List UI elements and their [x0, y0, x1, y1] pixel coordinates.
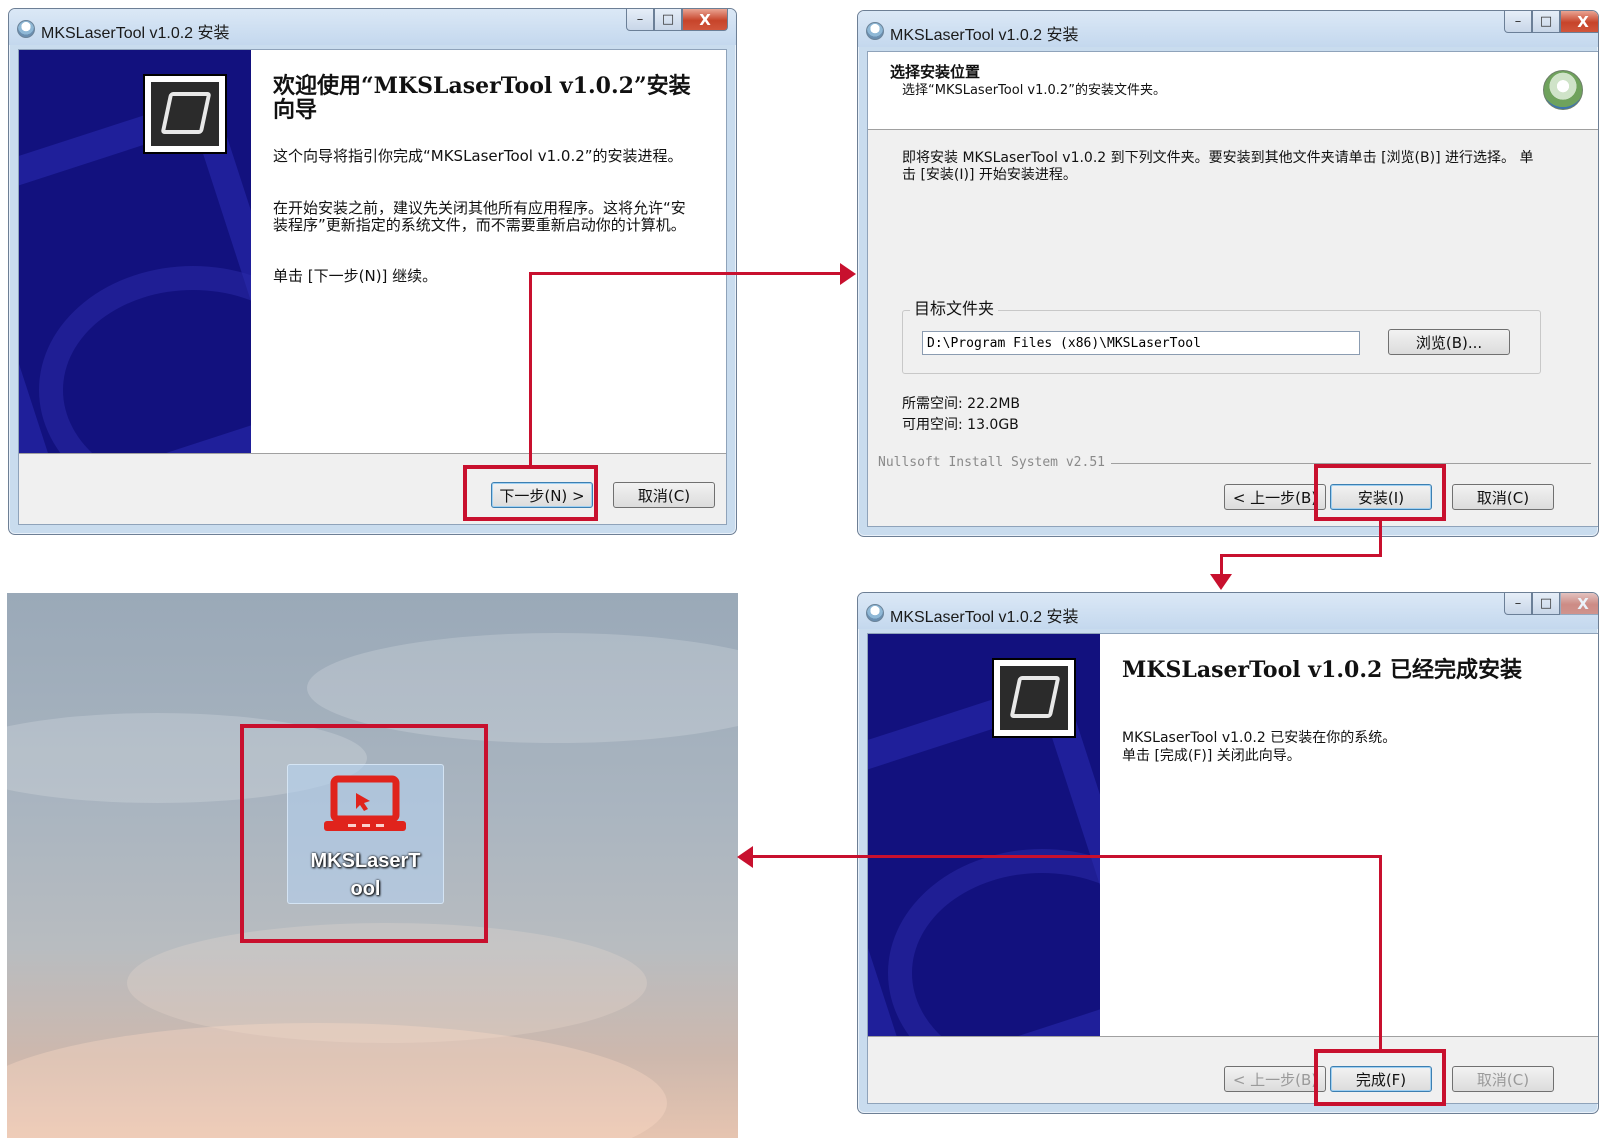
close-button[interactable]: X: [1560, 11, 1598, 33]
welcome-text-3: 单击 [下一步(N)] 继续。: [273, 267, 438, 285]
browse-button[interactable]: 浏览(B)...: [1388, 329, 1510, 355]
title-bar[interactable]: MKSLaserTool v1.0.2 安装 – □ X: [9, 9, 736, 45]
header-subtitle: 选择“MKSLaserTool v1.0.2”的安装文件夹。: [902, 83, 1166, 98]
computer-logo-icon: [143, 74, 227, 154]
close-button[interactable]: X: [1560, 593, 1598, 615]
finish-window: MKSLaserTool v1.0.2 安装 – □ X MKSLaserToo…: [857, 592, 1599, 1114]
installer-icon: [17, 20, 35, 38]
installer-icon: [866, 22, 884, 40]
cancel-button[interactable]: 取消(C): [1452, 484, 1554, 510]
window-title: MKSLaserTool v1.0.2 安装: [890, 609, 1079, 626]
maximize-button[interactable]: □: [1532, 11, 1560, 33]
back-button[interactable]: < 上一步(B): [1224, 1066, 1326, 1092]
cancel-button[interactable]: 取消(C): [1452, 1066, 1554, 1092]
space-available: 可用空间: 13.0GB: [902, 417, 1019, 433]
install-location-window: MKSLaserTool v1.0.2 安装 – □ X 选择安装位置 选择“M…: [857, 10, 1599, 537]
maximize-button[interactable]: □: [654, 9, 682, 31]
title-bar[interactable]: MKSLaserTool v1.0.2 安装 – □ X: [858, 593, 1598, 629]
finish-text-1: MKSLaserTool v1.0.2 已安装在你的系统。: [1122, 730, 1397, 746]
install-button-highlight: [1314, 464, 1446, 521]
title-bar[interactable]: MKSLaserTool v1.0.2 安装 – □ X: [858, 11, 1598, 47]
arrow-finish-to-desktop: [1379, 855, 1382, 1051]
desktop-icon-highlight: [240, 724, 488, 943]
cancel-button[interactable]: 取消(C): [613, 482, 715, 508]
minimize-button[interactable]: –: [626, 9, 654, 31]
nsis-brand: Nullsoft Install System v2.51: [878, 455, 1111, 470]
minimize-button[interactable]: –: [1504, 11, 1532, 33]
maximize-button[interactable]: □: [1532, 593, 1560, 615]
install-disk-icon: [1543, 70, 1583, 110]
dialog-client: MKSLaserTool v1.0.2 已经完成安装 MKSLaserTool …: [867, 633, 1598, 1104]
finish-text-2: 单击 [完成(F)] 关闭此向导。: [1122, 748, 1301, 764]
path-field[interactable]: D:\Program Files (x86)\MKSLaserTool: [922, 331, 1360, 355]
computer-logo-icon: [992, 658, 1076, 738]
back-button[interactable]: < 上一步(B): [1224, 484, 1326, 510]
header-title: 选择安装位置: [890, 63, 981, 81]
arrow-location-to-finish: [1379, 520, 1382, 557]
window-title: MKSLaserTool v1.0.2 安装: [41, 25, 230, 42]
finish-page: MKSLaserTool v1.0.2 已经完成安装 MKSLaserTool …: [1100, 634, 1598, 1037]
close-button[interactable]: X: [682, 9, 728, 31]
welcome-text-1: 这个向导将指引你完成“MKSLaserTool v1.0.2”的安装进程。: [273, 147, 683, 165]
welcome-heading: 欢迎使用“MKSLaserTool v1.0.2”安装向导: [273, 73, 691, 123]
arrow-welcome-to-location: [529, 272, 532, 466]
space-required: 所需空间: 22.2MB: [902, 396, 1021, 412]
destination-label: 目标文件夹: [910, 300, 999, 317]
welcome-text-2: 在开始安装之前，建议先关闭其他所有应用程序。这将允许“安装程序”更新指定的系统文…: [273, 199, 686, 234]
minimize-button[interactable]: –: [1504, 593, 1532, 615]
wizard-banner: [868, 634, 1100, 1037]
next-button-highlight: [463, 465, 598, 521]
dialog-client: 欢迎使用“MKSLaserTool v1.0.2”安装向导 这个向导将指引你完成…: [18, 49, 727, 525]
finish-button-highlight: [1314, 1049, 1446, 1106]
location-description: 即将安装 MKSLaserTool v1.0.2 到下列文件夹。要安装到其他文件…: [902, 150, 1534, 183]
installer-icon: [866, 604, 884, 622]
finish-heading: MKSLaserTool v1.0.2 已经完成安装: [1122, 657, 1522, 683]
welcome-page: 欢迎使用“MKSLaserTool v1.0.2”安装向导 这个向导将指引你完成…: [251, 50, 726, 454]
wizard-banner: [19, 50, 251, 454]
dialog-client: 选择安装位置 选择“MKSLaserTool v1.0.2”的安装文件夹。 即将…: [867, 51, 1598, 527]
window-title: MKSLaserTool v1.0.2 安装: [890, 27, 1079, 44]
header-panel: 选择安装位置 选择“MKSLaserTool v1.0.2”的安装文件夹。: [868, 52, 1598, 129]
